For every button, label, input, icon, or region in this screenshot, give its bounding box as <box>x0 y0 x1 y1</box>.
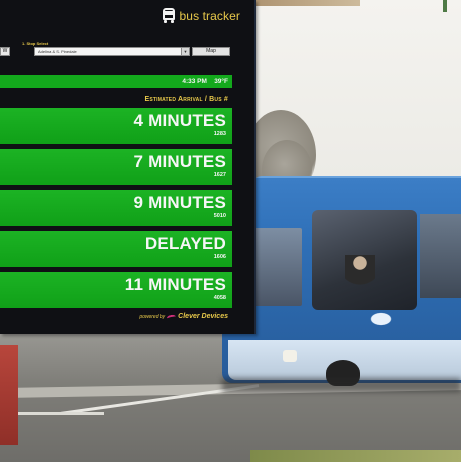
powered-by-label: powered by <box>139 313 166 320</box>
stop-dropdown[interactable]: Adelina & S. Pinedale ▼ <box>34 47 190 56</box>
arrival-row: 11 MINUTES 4058 <box>0 272 232 308</box>
company-name: Clever Devices <box>178 313 228 320</box>
stop-prefix[interactable]: W <box>0 47 10 56</box>
bus-number: 5010 <box>213 213 226 219</box>
bus-driver <box>345 255 375 295</box>
brand: bus tracker <box>162 8 240 23</box>
arrival-row: 7 MINUTES 1627 <box>0 149 232 185</box>
temperature: 39°F <box>214 78 228 85</box>
lane-marking <box>14 412 104 415</box>
arrival-status: 4 MINUTES <box>133 111 226 130</box>
footer: powered by Clever Devices <box>139 313 228 320</box>
arrival-list: 4 MINUTES 1283 7 MINUTES 1627 9 MINUTES … <box>0 108 232 313</box>
bus-icon <box>162 8 176 23</box>
arrivals-header: Estimated Arrival / Bus # <box>144 96 228 103</box>
swoosh-logo-icon <box>167 314 176 319</box>
arrival-status: 11 MINUTES <box>124 275 226 294</box>
stop-dropdown-value: Adelina & S. Pinedale <box>38 49 77 54</box>
arrival-status: 9 MINUTES <box>133 193 226 212</box>
status-bar: 4:33 PM 39°F <box>0 75 232 88</box>
bus-number: 1283 <box>213 131 226 137</box>
bus-number: 1606 <box>213 254 226 260</box>
bus-tracker-screen: bus tracker 1. Stop Select W Adelina & S… <box>0 0 256 334</box>
chevron-down-icon[interactable]: ▼ <box>181 48 189 55</box>
arrival-row: 9 MINUTES 5010 <box>0 190 232 226</box>
grass <box>250 450 461 462</box>
map-button[interactable]: Map <box>192 47 230 56</box>
arrival-row: DELAYED 1606 <box>0 231 232 267</box>
bus-number: 1627 <box>213 172 226 178</box>
arrival-status: 7 MINUTES <box>133 152 226 171</box>
stop-select-label: 1. Stop Select <box>22 41 49 46</box>
pole <box>443 0 447 12</box>
arrival-row: 4 MINUTES 1283 <box>0 108 232 144</box>
bus-rear-window <box>420 214 461 298</box>
bus-number: 4058 <box>213 295 226 301</box>
bus-logo <box>366 310 396 328</box>
stop-row: W Adelina & S. Pinedale ▼ Map <box>0 47 254 57</box>
arrival-status: DELAYED <box>144 234 226 253</box>
bus-shadow <box>222 378 461 392</box>
current-time: 4:33 PM <box>182 78 207 85</box>
bus-headlight <box>283 350 297 362</box>
brand-title: bus tracker <box>179 8 240 23</box>
red-wall <box>0 345 18 445</box>
